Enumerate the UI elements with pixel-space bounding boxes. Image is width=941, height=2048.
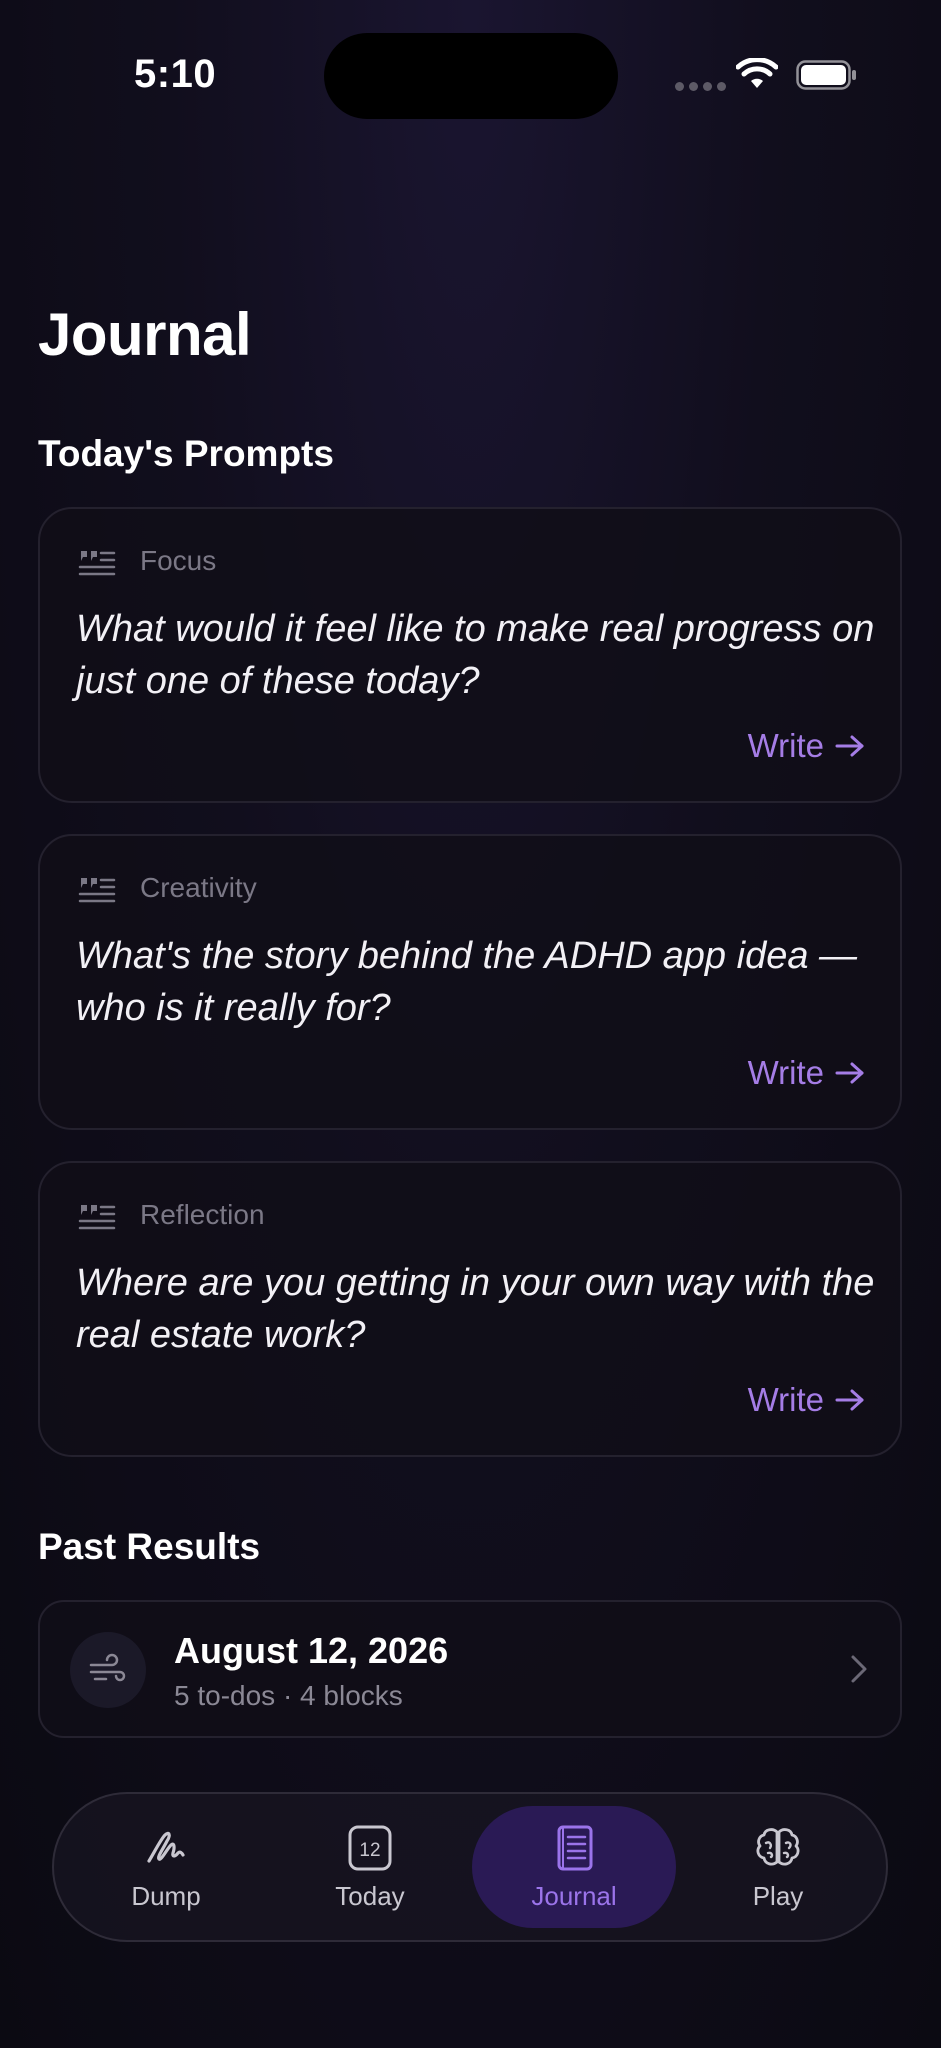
prompt-text: Where are you getting in your own way wi… <box>76 1262 875 1356</box>
past-result-date: August 12, 2026 <box>174 1630 449 1671</box>
status-time: 5:10 <box>134 52 217 96</box>
prompt-text: What's the story behind the ADHD app ide… <box>76 935 858 1029</box>
wind-icon-badge <box>70 1632 146 1708</box>
tab-dump[interactable]: Dump <box>66 1794 266 1940</box>
calendar-icon: 12 <box>348 1825 392 1870</box>
tab-label: Today <box>335 1880 405 1911</box>
wind-icon <box>89 1653 126 1682</box>
tab-journal[interactable]: Journal <box>474 1794 674 1940</box>
tab-label: Dump <box>131 1880 201 1911</box>
quote-lines-icon <box>78 1205 116 1230</box>
notebook-icon <box>557 1825 593 1870</box>
write-button[interactable]: Write <box>748 1054 866 1092</box>
write-button[interactable]: Write <box>748 1381 866 1419</box>
prompt-card[interactable]: Creativity What's the story behind the A… <box>38 834 902 1130</box>
prompt-text: What would it feel like to make real pro… <box>76 608 875 702</box>
cellular-signal-icon <box>675 82 726 91</box>
arrow-right-icon <box>835 735 864 757</box>
arrow-right-icon <box>835 1389 864 1411</box>
write-button-label: Write <box>747 727 824 764</box>
brain-icon <box>756 1827 800 1865</box>
section-title-past-results: Past Results <box>38 1526 261 1567</box>
prompt-category: Focus <box>140 545 217 576</box>
prompt-card[interactable]: Reflection Where are you getting in your… <box>38 1161 902 1457</box>
tab-label: Journal <box>531 1880 617 1911</box>
quote-lines-icon <box>78 878 116 903</box>
past-result-summary: 5 to-dos · 4 blocks <box>174 1680 403 1711</box>
write-button-label: Write <box>747 1381 824 1418</box>
page-title: Journal <box>38 301 252 368</box>
quote-lines-icon <box>78 551 116 576</box>
wifi-icon <box>736 58 778 88</box>
write-button-label: Write <box>747 1054 824 1091</box>
section-title-prompts: Today's Prompts <box>38 433 334 474</box>
battery-icon <box>796 60 856 90</box>
arrow-right-icon <box>835 1062 864 1084</box>
write-button[interactable]: Write <box>748 727 866 765</box>
dynamic-island <box>324 33 618 119</box>
prompt-category: Reflection <box>140 1199 265 1230</box>
tab-label: Play <box>752 1880 804 1911</box>
tab-today[interactable]: 12 Today <box>270 1794 470 1940</box>
prompt-card[interactable]: Focus What would it feel like to make re… <box>38 507 902 803</box>
calendar-badge: 12 <box>359 1840 380 1861</box>
scribble-icon <box>147 1831 185 1863</box>
chevron-right-icon <box>851 1655 867 1683</box>
tab-bar: Dump 12 Today Journal Play <box>52 1792 888 1942</box>
tab-play[interactable]: Play <box>678 1794 878 1940</box>
prompt-category: Creativity <box>140 872 257 903</box>
past-result-row[interactable]: August 12, 2026 5 to-dos · 4 blocks <box>38 1600 902 1738</box>
